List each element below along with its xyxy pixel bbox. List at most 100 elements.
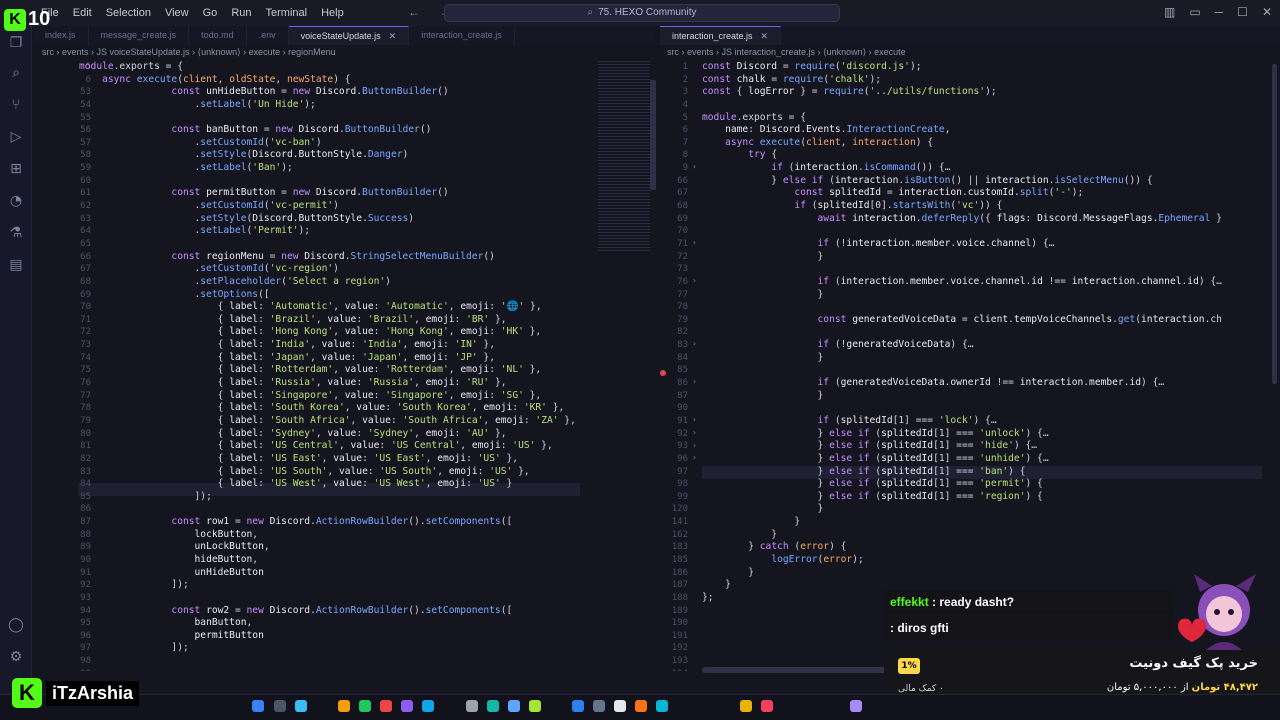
code-line[interactable]: const splitedId = interaction.customId.s…	[702, 187, 1222, 200]
vscode-icon[interactable]	[572, 700, 584, 712]
code-line[interactable]: } else if (splitedId[1] === 'unlock') {…	[702, 428, 1222, 441]
editor-tab[interactable]: interaction_create.js ✕	[660, 26, 782, 45]
app-icon[interactable]	[593, 700, 605, 712]
tab-close-icon[interactable]: ✕	[761, 31, 769, 41]
code-line[interactable]: }	[702, 390, 1222, 403]
code-line[interactable]: const unHideButton = new Discord.ButtonB…	[79, 86, 576, 99]
code-line[interactable]: }	[702, 529, 1222, 542]
code-line[interactable]	[79, 175, 576, 188]
code-line[interactable]: .setCustomId('vc-permit')	[79, 200, 576, 213]
code-line[interactable]: { label: 'Automatic', value: 'Automatic'…	[79, 301, 576, 314]
close-icon[interactable]: ✕	[1262, 5, 1272, 19]
code-line[interactable]: if (splitedId[1] === 'lock') {…	[702, 415, 1222, 428]
editor-tab[interactable]: index.js	[33, 26, 89, 45]
code-line[interactable]: { label: 'US South', value: 'US South', …	[79, 466, 576, 479]
editor-tab[interactable]: interaction_create.js	[409, 26, 515, 45]
code-line[interactable]: const regionMenu = new Discord.StringSel…	[79, 251, 576, 264]
firefox-icon[interactable]	[380, 700, 392, 712]
code-line[interactable]	[702, 326, 1222, 339]
code-line[interactable]: { label: 'Japan', value: 'Japan', emoji:…	[79, 352, 576, 365]
fold-chevron-icon[interactable]: ›	[692, 415, 697, 424]
code-line[interactable]: } catch (error) {	[702, 541, 1222, 554]
source-control-icon[interactable]: ⑂	[7, 96, 25, 114]
code-line[interactable]: }	[702, 567, 1222, 580]
code-line[interactable]: if (splitedId[0].startsWith('vc')) {	[702, 200, 1222, 213]
tab-close-icon[interactable]: ✕	[389, 31, 397, 41]
code-line[interactable]: ]);	[79, 642, 576, 655]
code-line[interactable]: hideButton,	[79, 554, 576, 567]
code-line[interactable]: { label: 'Singapore', value: 'Singapore'…	[79, 390, 576, 403]
editor-tab[interactable]: message_create.js	[89, 26, 190, 45]
code-line[interactable]: .setCustomId('vc-region')	[79, 263, 576, 276]
code-line[interactable]: const Discord = require('discord.js');	[702, 61, 1222, 74]
code-line[interactable]: banButton,	[79, 617, 576, 630]
code-line[interactable]: }	[702, 352, 1222, 365]
code-line[interactable]: }	[702, 516, 1222, 529]
fold-chevron-icon[interactable]: ›	[692, 339, 697, 348]
code-line[interactable]: logError(error);	[702, 554, 1222, 567]
code-line[interactable]: { label: 'Sydney', value: 'Sydney', emoj…	[79, 428, 576, 441]
editor-tab[interactable]: voiceStateUpdate.js ✕	[288, 26, 410, 45]
app-icon[interactable]	[487, 700, 499, 712]
code-line[interactable]: { label: 'US West', value: 'US West', em…	[79, 478, 576, 491]
code-line[interactable]: const { logError } = require('../utils/f…	[702, 86, 1222, 99]
account-icon[interactable]: ◯	[7, 616, 25, 634]
right-code[interactable]: const Discord = require('discord.js'); co…	[702, 61, 1222, 617]
code-line[interactable]: ]);	[79, 579, 576, 592]
code-line[interactable]: { label: 'South Korea', value: 'South Ko…	[79, 402, 576, 415]
chrome-icon[interactable]	[359, 700, 371, 712]
code-line[interactable]	[79, 655, 576, 668]
breakpoint-dot[interactable]	[660, 370, 666, 376]
code-line[interactable]: } else if (splitedId[1] === 'unhide') {…	[702, 453, 1222, 466]
code-line[interactable]: } else if (interaction.isButton() || int…	[702, 175, 1222, 188]
code-line[interactable]: unHideButton	[79, 567, 576, 580]
code-line[interactable]: async execute(client, interaction) {	[702, 137, 1222, 150]
minimize-icon[interactable]: ─	[1215, 5, 1224, 19]
extensions-icon[interactable]: ⊞	[7, 160, 25, 178]
code-line[interactable]: .setOptions([	[79, 289, 576, 302]
code-line[interactable]: const row1 = new Discord.ActionRowBuilde…	[79, 516, 576, 529]
fold-chevron-icon[interactable]: ›	[692, 276, 697, 285]
app-icon[interactable]	[656, 700, 668, 712]
app-icon[interactable]	[635, 700, 647, 712]
code-line[interactable]: if (!generatedVoiceData) {…	[702, 339, 1222, 352]
fold-chevron-icon[interactable]: ›	[692, 428, 697, 437]
file-explorer-icon[interactable]	[338, 700, 350, 712]
code-line[interactable]: .setCustomId('vc-ban')	[79, 137, 576, 150]
app-icon[interactable]	[614, 700, 626, 712]
code-line[interactable]: { label: 'India', value: 'India', emoji:…	[79, 339, 576, 352]
fold-chevron-icon[interactable]: ›	[692, 377, 697, 386]
layout-icon[interactable]: ▥	[1164, 5, 1175, 19]
left-scrollbar[interactable]	[650, 80, 656, 190]
search-view-icon[interactable]: ⌕	[7, 64, 25, 82]
code-line[interactable]: await interaction.deferReply({ flags: Di…	[702, 213, 1222, 226]
code-line[interactable]: }	[702, 289, 1222, 302]
settings-gear-icon[interactable]: ⚙	[7, 648, 25, 666]
code-line[interactable]	[79, 503, 576, 516]
code-line[interactable]: unLockButton,	[79, 541, 576, 554]
code-line[interactable]	[702, 263, 1222, 276]
remote-icon[interactable]: ◔	[7, 192, 25, 210]
code-line[interactable]	[702, 225, 1222, 238]
docker-icon[interactable]: ▤	[7, 256, 25, 274]
code-line[interactable]: module.exports = {	[79, 61, 576, 74]
app-icon[interactable]	[740, 700, 752, 712]
code-line[interactable]: .setStyle(Discord.ButtonStyle.Danger)	[79, 149, 576, 162]
code-line[interactable]: .setLabel('Un Hide');	[79, 99, 576, 112]
menu-item[interactable]: Terminal	[259, 7, 315, 19]
left-editor[interactable]: 5 6 53 54 55 56 57 58 59 60 61 62 63 64 65 66 67 68 69 70 71…	[33, 61, 655, 671]
code-line[interactable]: } else if (splitedId[1] === 'permit') {	[702, 478, 1222, 491]
code-line[interactable]: async execute(client, oldState, newState…	[79, 74, 576, 87]
explorer-icon[interactable]: ❐	[7, 34, 25, 52]
code-line[interactable]: } else if (splitedId[1] === 'ban') {	[702, 466, 1222, 479]
code-line[interactable]: .setStyle(Discord.ButtonStyle.Success)	[79, 213, 576, 226]
code-line[interactable]: ]);	[79, 491, 576, 504]
menu-item[interactable]: View	[158, 7, 196, 19]
menu-item[interactable]: Run	[224, 7, 258, 19]
widgets-icon[interactable]	[295, 700, 307, 712]
code-line[interactable]: { label: 'US East', value: 'US East', em…	[79, 453, 576, 466]
code-line[interactable]: { label: 'US Central', value: 'US Centra…	[79, 440, 576, 453]
code-line[interactable]: .setPlaceholder('Select a region')	[79, 276, 576, 289]
code-line[interactable]: if (interaction.member.voice.channel.id …	[702, 276, 1222, 289]
code-line[interactable]: if (generatedVoiceData.ownerId !== inter…	[702, 377, 1222, 390]
